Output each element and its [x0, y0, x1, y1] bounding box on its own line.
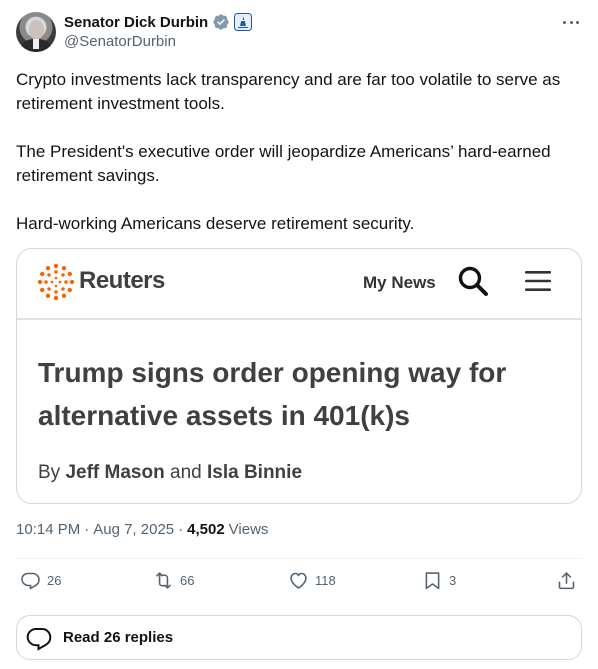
name-row: Senator Dick Durbin	[64, 12, 253, 32]
verified-badge-icon[interactable]	[212, 13, 230, 31]
views-count: 4,502	[187, 521, 225, 538]
action-bar: 26 66 118 3	[16, 570, 582, 596]
reply-bubble-icon	[26, 627, 52, 651]
like-button[interactable]: 118	[288, 570, 336, 591]
tweet-date[interactable]: Aug 7, 2025	[93, 521, 174, 538]
meta-separator: ·	[178, 521, 184, 538]
tweet-text: Crypto investments lack transparency and…	[16, 68, 586, 236]
handle[interactable]: @SenatorDurbin	[64, 33, 176, 50]
like-count: 118	[315, 573, 336, 588]
bookmark-count: 3	[449, 573, 457, 588]
divider	[16, 558, 582, 559]
bookmark-icon	[425, 572, 440, 590]
tweet-paragraph: The President's executive order will jeo…	[16, 142, 551, 185]
heart-icon	[290, 572, 307, 589]
reply-count: 26	[47, 573, 62, 588]
meta-separator: ·	[84, 521, 90, 538]
my-news-link: My News	[363, 273, 436, 292]
tweet-time[interactable]: 10:14 PM	[16, 521, 80, 538]
article-byline: By Jeff Mason and Isla Binnie	[38, 462, 302, 484]
avatar-face	[29, 20, 44, 39]
byline-joiner: and	[170, 462, 202, 483]
more-options-icon[interactable]	[560, 14, 582, 30]
search-icon	[458, 266, 488, 296]
reply-icon	[21, 572, 40, 590]
repost-icon	[156, 572, 171, 589]
byline-prefix: By	[38, 462, 61, 483]
repost-count: 66	[180, 573, 195, 588]
share-button[interactable]	[556, 570, 577, 591]
avatar[interactable]	[16, 12, 56, 52]
tweet-paragraph: Hard-working Americans deserve retiremen…	[16, 214, 415, 233]
link-preview-card[interactable]: Reuters My News Trump signs order openin…	[16, 248, 582, 504]
tweet-paragraph: Crypto investments lack transparency and…	[16, 70, 561, 113]
repost-button[interactable]: 66	[153, 570, 194, 591]
read-replies-label: Read 26 replies	[63, 629, 174, 646]
reuters-wordmark: Reuters	[79, 267, 165, 294]
tweet-header: Senator Dick Durbin @SenatorDurbin	[16, 12, 582, 54]
views-label: Views	[228, 521, 269, 538]
bookmark-button[interactable]: 3	[422, 570, 456, 591]
share-icon	[558, 572, 575, 590]
article-headline: Trump signs order opening way for altern…	[38, 357, 507, 431]
display-name[interactable]: Senator Dick Durbin	[64, 14, 208, 31]
avatar-shirt	[33, 39, 39, 49]
read-replies-button[interactable]: Read 26 replies	[16, 615, 582, 660]
reply-button[interactable]: 26	[20, 570, 61, 591]
tweet-meta: 10:14 PM · Aug 7, 2025 · 4,502 Views	[16, 521, 268, 538]
government-badge-icon[interactable]	[234, 13, 253, 31]
byline-author: Isla Binnie	[206, 462, 303, 483]
card-site-header: Reuters My News	[17, 249, 581, 320]
byline-author: Jeff Mason	[65, 462, 165, 483]
reuters-logo-icon	[37, 263, 75, 301]
hamburger-menu-icon	[525, 271, 551, 291]
